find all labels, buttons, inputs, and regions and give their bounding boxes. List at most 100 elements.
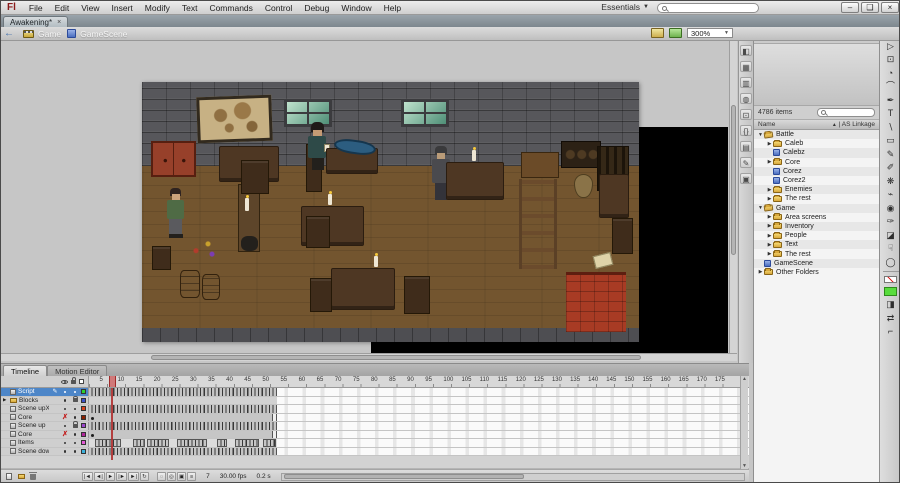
3d-rotation-tool[interactable]: ◔ [883, 67, 899, 81]
layer-frames-strip[interactable] [89, 439, 749, 447]
close-tab-icon[interactable]: × [57, 19, 61, 26]
stage-pasteboard[interactable] [1, 41, 738, 363]
menu-control[interactable]: Control [260, 2, 297, 14]
expand-icon[interactable]: ▶ [766, 242, 773, 248]
layer-frames-strip[interactable] [89, 422, 749, 430]
layer-visible-dot[interactable] [61, 408, 69, 411]
subselection-tool[interactable]: ▷ [883, 40, 899, 54]
stage-horizontal-scrollbar[interactable] [1, 353, 737, 361]
layer-name-cell[interactable]: Core✗ [1, 431, 89, 439]
layer-frames-strip[interactable] [89, 388, 749, 396]
last-frame-button[interactable]: ►| [128, 472, 139, 481]
menu-file[interactable]: File [24, 2, 48, 14]
edit-scene-button[interactable] [651, 28, 664, 38]
timeline-layer-core[interactable]: Core✗ [1, 414, 749, 423]
layer-frames-strip[interactable] [89, 431, 749, 439]
timeline-layer-core[interactable]: Core✗ [1, 431, 749, 440]
swatches-panel-icon[interactable]: ▦ [740, 61, 752, 72]
layer-unlocked-dot[interactable] [71, 442, 79, 445]
layer-frames-strip[interactable] [89, 448, 749, 456]
layer-name-cell[interactable]: Scene down [1, 448, 89, 456]
library-item-gamescene[interactable]: GameScene [754, 259, 879, 268]
free-transform-tool[interactable]: ⊡ [883, 53, 899, 67]
breadcrumb-symbol[interactable]: GameScene [67, 29, 127, 39]
layer-lock-icon[interactable] [71, 424, 79, 428]
outline-all-icon[interactable] [79, 379, 84, 384]
layer-frames-strip[interactable] [89, 397, 749, 405]
components-panel-icon[interactable]: ▤ [740, 141, 752, 152]
rectangle-tool[interactable]: ▭ [883, 134, 899, 148]
onion-skin-button[interactable]: ◌ [157, 472, 166, 481]
menu-insert[interactable]: Insert [107, 2, 138, 14]
options-button[interactable]: ⌐ [883, 325, 899, 339]
layer-visible-dot[interactable] [61, 391, 69, 394]
layer-unlocked-dot[interactable] [71, 408, 79, 411]
layer-outline-color-swatch[interactable] [81, 398, 86, 403]
menu-debug[interactable]: Debug [299, 2, 334, 14]
layer-hidden-icon[interactable]: ✗ [61, 430, 69, 438]
timeline-layer-scene-upx[interactable]: Scene upX [1, 405, 749, 414]
timeline-layer-script[interactable]: Script✎ [1, 388, 749, 397]
tab-motion-editor[interactable]: Motion Editor [47, 365, 107, 376]
loop-button[interactable]: ↻ [140, 472, 149, 481]
stroke-color-swatch[interactable] [884, 276, 897, 283]
layer-unlocked-dot[interactable] [71, 391, 79, 394]
layer-name-cell[interactable]: ▶Blocks [1, 397, 89, 405]
modify-markers-button[interactable]: ≡ [187, 472, 196, 481]
motion-presets-panel-icon[interactable]: ✎ [740, 157, 752, 168]
info-panel-icon[interactable]: ◍ [740, 93, 752, 104]
text-tool[interactable]: T [883, 107, 899, 121]
library-item-inventory[interactable]: ▶Inventory [754, 222, 879, 231]
layer-name-cell[interactable]: Script✎ [1, 388, 89, 396]
library-item-the-rest[interactable]: ▶The rest [754, 249, 879, 258]
code-snippets-panel-icon[interactable]: {} [740, 125, 752, 136]
delete-layer-button[interactable] [28, 472, 38, 481]
menu-text[interactable]: Text [177, 2, 203, 14]
expand-icon[interactable]: ▶ [766, 214, 773, 220]
brush-tool[interactable]: ✐ [883, 161, 899, 175]
column-name[interactable]: Name [758, 121, 775, 128]
fill-color-swatch[interactable] [884, 287, 897, 296]
layer-frames-strip[interactable] [89, 414, 749, 422]
layer-unlocked-dot[interactable] [71, 416, 79, 419]
expand-icon[interactable]: ▶ [766, 187, 773, 193]
layer-lock-icon[interactable] [71, 398, 79, 402]
timeline-layer-scene-down[interactable]: Scene down [1, 448, 749, 457]
timeline-layer-items[interactable]: Items [1, 439, 749, 448]
menu-commands[interactable]: Commands [204, 2, 257, 14]
align-panel-icon[interactable]: ▥ [740, 77, 752, 88]
library-item-corez[interactable]: Corez [754, 167, 879, 176]
layer-outline-color-swatch[interactable] [81, 440, 86, 445]
edit-multiple-frames-button[interactable]: ▣ [177, 472, 186, 481]
library-item-corez2[interactable]: Corez2 [754, 176, 879, 185]
layer-name-cell[interactable]: Core✗ [1, 414, 89, 422]
expand-icon[interactable]: ▶ [766, 196, 773, 202]
menu-modify[interactable]: Modify [140, 2, 175, 14]
library-item-caleb[interactable]: ▶Caleb [754, 139, 879, 148]
first-frame-button[interactable]: |◄ [82, 472, 93, 481]
expand-icon[interactable]: ▶ [766, 159, 773, 165]
playhead-line[interactable] [111, 388, 113, 460]
hand-tool[interactable]: ☟ [883, 242, 899, 256]
minimize-button[interactable]: – [841, 2, 859, 13]
search-input[interactable] [657, 3, 759, 13]
timeline-horizontal-scrollbar[interactable] [281, 473, 745, 481]
timeline-layer-scene-up[interactable]: Scene up [1, 422, 749, 431]
pen-tool[interactable]: ✒ [883, 94, 899, 108]
new-layer-button[interactable] [4, 472, 14, 481]
expand-icon[interactable]: ▶ [766, 251, 773, 257]
step-forward-button[interactable]: |► [116, 472, 127, 481]
line-tool[interactable]: ∖ [883, 121, 899, 135]
layer-name-cell[interactable]: Scene upX [1, 405, 89, 413]
timeline-vertical-scrollbar[interactable]: ▲▼ [740, 376, 748, 469]
playhead-marker[interactable] [109, 376, 116, 387]
layer-outline-color-swatch[interactable] [81, 423, 86, 428]
layer-visible-dot[interactable] [61, 442, 69, 445]
eyedropper-tool[interactable]: ✑ [883, 215, 899, 229]
layer-unlocked-dot[interactable] [71, 450, 79, 453]
library-item-game[interactable]: ▼Game [754, 204, 879, 213]
play-button[interactable]: ► [106, 472, 115, 481]
stage-vertical-scrollbar[interactable] [729, 41, 737, 353]
document-tab-awakening[interactable]: Awakening* × [3, 16, 68, 27]
black-white-button[interactable]: ◨ [883, 298, 899, 312]
